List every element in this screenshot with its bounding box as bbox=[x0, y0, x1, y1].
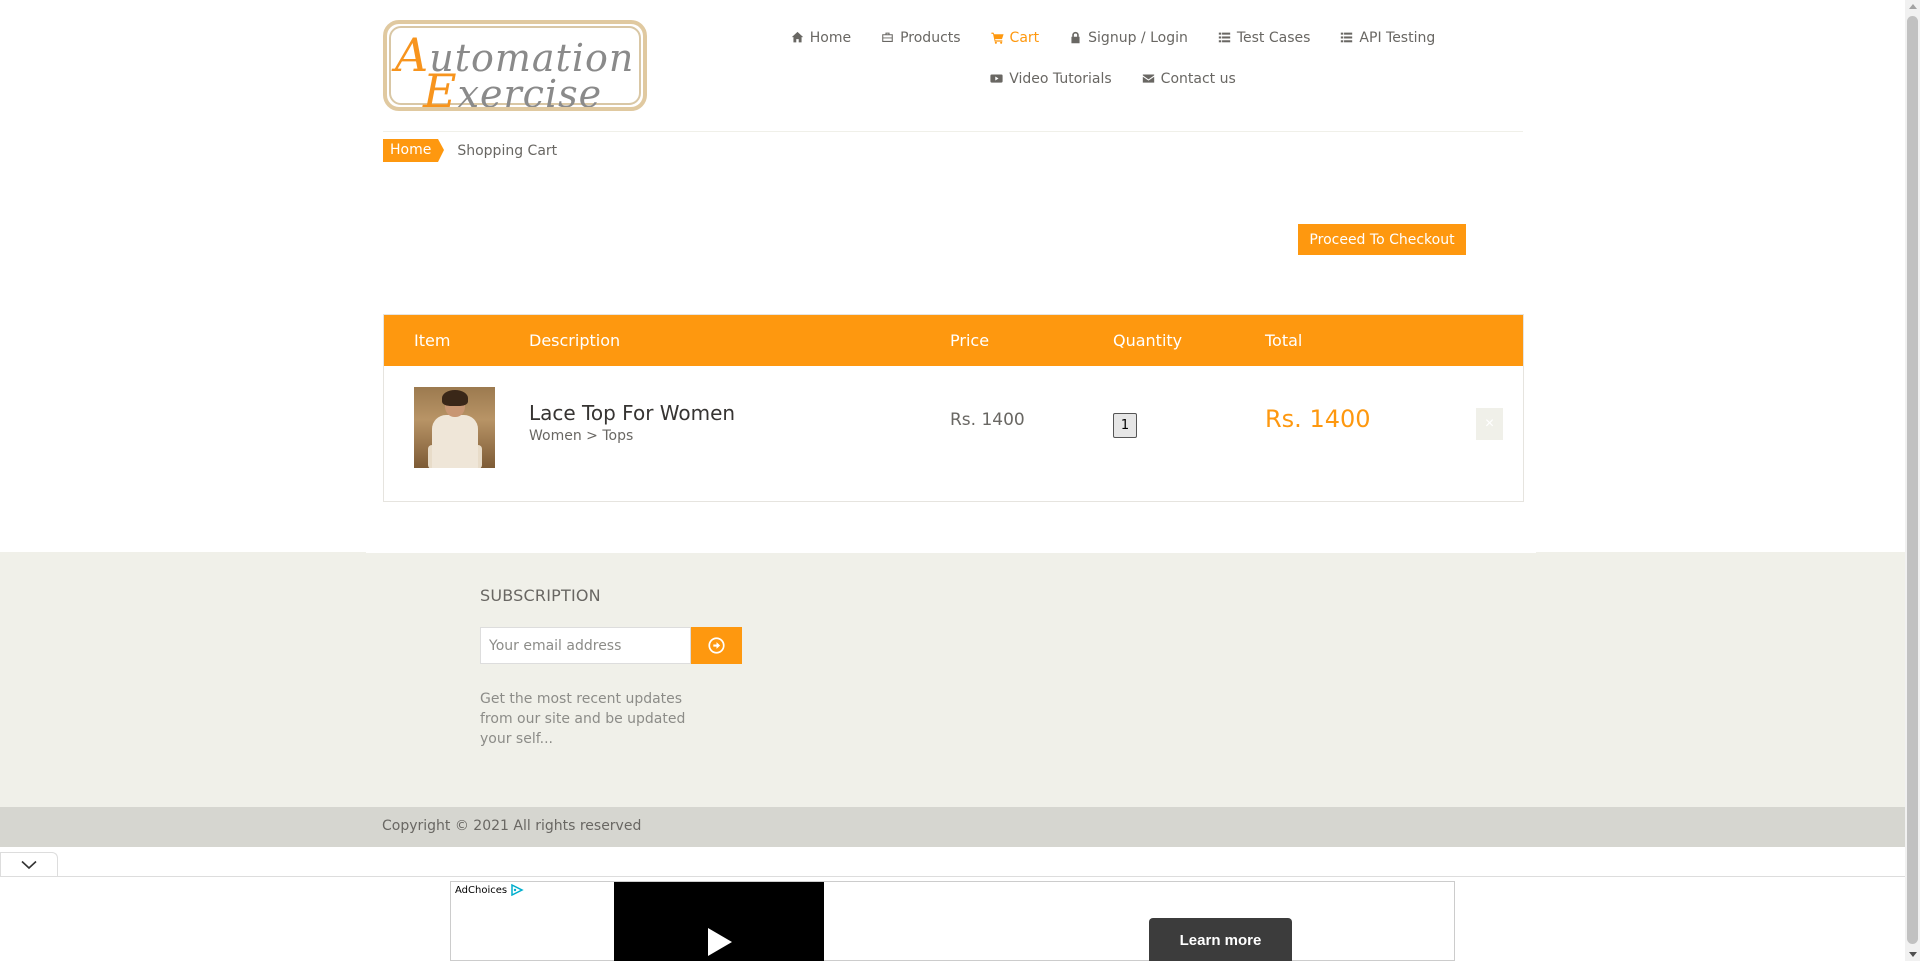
lock-icon bbox=[1071, 31, 1080, 44]
nav-test-cases[interactable]: Test Cases bbox=[1218, 28, 1311, 47]
page-scrollbar[interactable] bbox=[1905, 0, 1920, 961]
nav-test-cases-label: Test Cases bbox=[1236, 29, 1311, 46]
cart-icon bbox=[990, 32, 1004, 44]
main-nav: Home Products Cart Signup / Login Test C… bbox=[773, 28, 1453, 88]
cart-table: Item Description Price Quantity Total La… bbox=[383, 314, 1524, 502]
col-quantity: Quantity bbox=[1113, 331, 1183, 350]
nav-video-tutorials[interactable]: Video Tutorials bbox=[990, 69, 1112, 88]
col-description: Description bbox=[529, 331, 621, 350]
nav-products-label: Products bbox=[900, 29, 961, 46]
col-price: Price bbox=[950, 331, 990, 350]
nav-home[interactable]: Home bbox=[791, 28, 851, 47]
nav-video-label: Video Tutorials bbox=[1009, 70, 1112, 87]
footer-widget: SUBSCRIPTION Get the most recent updates… bbox=[0, 552, 1905, 807]
logo-line-2: Exercise bbox=[423, 64, 603, 111]
nav-cart-label: Cart bbox=[1009, 29, 1040, 46]
proceed-to-checkout-button[interactable]: Proceed To Checkout bbox=[1298, 224, 1466, 255]
envelope-icon bbox=[1142, 74, 1154, 83]
ad-learn-more-button[interactable]: Learn more bbox=[1149, 918, 1292, 961]
footer-divider bbox=[366, 552, 1536, 553]
footer-bottom: Copyright © 2021 All rights reserved bbox=[0, 807, 1905, 847]
ad-video-player[interactable] bbox=[614, 882, 824, 961]
cart-table-header: Item Description Price Quantity Total bbox=[384, 315, 1523, 366]
ad-banner[interactable]: AdChoices Learn more bbox=[450, 881, 1455, 961]
subscription-description: Get the most recent updates from our sit… bbox=[480, 691, 686, 747]
ad-collapse-toggle[interactable] bbox=[0, 852, 58, 876]
site-header: Automation Exercise Home Products Cart S… bbox=[383, 0, 1523, 132]
breadcrumb-current: Shopping Cart bbox=[457, 142, 558, 159]
subscription-title: SUBSCRIPTION bbox=[480, 586, 601, 605]
adchoices-icon bbox=[511, 884, 524, 896]
logo-text-2: xercise bbox=[457, 72, 603, 111]
nav-cart[interactable]: Cart bbox=[990, 28, 1040, 47]
site-logo[interactable]: Automation Exercise bbox=[383, 20, 647, 111]
breadcrumb-home-link[interactable]: Home bbox=[383, 139, 445, 162]
scroll-up-arrow-icon[interactable] bbox=[1909, 4, 1917, 9]
nav-home-label: Home bbox=[809, 29, 852, 46]
adchoices-label: AdChoices bbox=[455, 884, 508, 896]
scroll-down-arrow-icon[interactable] bbox=[1909, 952, 1917, 957]
chevron-down-icon bbox=[21, 860, 37, 869]
product-name-link[interactable]: Lace Top For Women bbox=[529, 401, 735, 425]
subscribe-email-input[interactable] bbox=[480, 627, 691, 664]
product-category: Women > Tops bbox=[529, 428, 634, 444]
home-icon bbox=[791, 31, 803, 43]
close-icon: × bbox=[1484, 415, 1495, 432]
copyright-text: Copyright © 2021 All rights reserved bbox=[382, 818, 642, 834]
logo-cap-e: E bbox=[423, 64, 458, 111]
delete-item-button[interactable]: × bbox=[1476, 408, 1503, 440]
quantity-value[interactable]: 1 bbox=[1113, 413, 1137, 438]
list-icon bbox=[1218, 32, 1231, 43]
scrollbar-thumb[interactable] bbox=[1907, 16, 1918, 944]
youtube-icon bbox=[990, 74, 1003, 83]
table-row: Lace Top For Women Women > Tops Rs. 1400… bbox=[384, 366, 1523, 502]
nav-products[interactable]: Products bbox=[881, 28, 961, 47]
nav-signup-label: Signup / Login bbox=[1088, 29, 1188, 46]
nav-contact-label: Contact us bbox=[1160, 70, 1236, 87]
product-price: Rs. 1400 bbox=[950, 410, 1025, 430]
arrow-circle-right-icon bbox=[708, 637, 725, 654]
col-total: Total bbox=[1265, 331, 1303, 350]
product-total: Rs. 1400 bbox=[1265, 405, 1371, 433]
nav-api-testing-label: API Testing bbox=[1359, 29, 1436, 46]
briefcase-icon bbox=[882, 32, 893, 42]
subscribe-button[interactable] bbox=[691, 627, 742, 664]
product-image[interactable] bbox=[414, 387, 495, 468]
product-image-top bbox=[432, 415, 478, 468]
product-image-hair bbox=[442, 390, 468, 406]
col-item: Item bbox=[414, 331, 451, 350]
adchoices-link[interactable]: AdChoices bbox=[455, 884, 524, 896]
nav-signup-login[interactable]: Signup / Login bbox=[1069, 28, 1188, 47]
list-icon bbox=[1341, 32, 1353, 43]
breadcrumb: Home Shopping Cart bbox=[383, 139, 557, 162]
nav-api-testing[interactable]: API Testing bbox=[1340, 28, 1435, 47]
play-icon bbox=[708, 928, 732, 956]
nav-contact-us[interactable]: Contact us bbox=[1142, 69, 1236, 88]
